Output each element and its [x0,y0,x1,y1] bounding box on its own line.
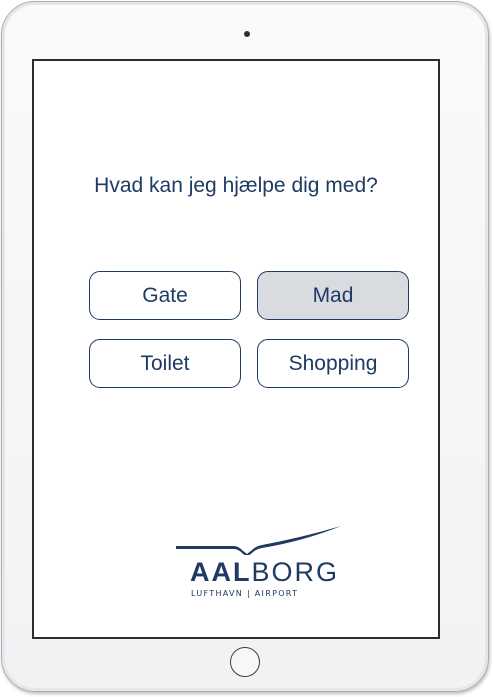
logo-word-bold: AAL [190,557,252,587]
shopping-button[interactable]: Shopping [257,339,409,388]
tablet-frame: Hvad kan jeg hjælpe dig med? Gate Mad To… [1,1,489,692]
toilet-button[interactable]: Toilet [89,339,241,388]
camera-icon [244,31,250,37]
tablet-screen: Hvad kan jeg hjælpe dig med? Gate Mad To… [32,59,440,639]
home-button[interactable] [230,647,260,677]
mad-button[interactable]: Mad [257,271,409,320]
wing-swoosh-icon [176,526,341,555]
logo-wordmark: AALBORG [190,557,339,588]
gate-button[interactable]: Gate [89,271,241,320]
logo-word-light: BORG [251,557,340,587]
aalborg-airport-logo: AALBORG LUFTHAVN | AIRPORT [174,523,344,603]
logo-subtitle: LUFTHAVN | AIRPORT [191,589,299,598]
question-heading: Hvad kan jeg hjælpe dig med? [94,174,378,197]
